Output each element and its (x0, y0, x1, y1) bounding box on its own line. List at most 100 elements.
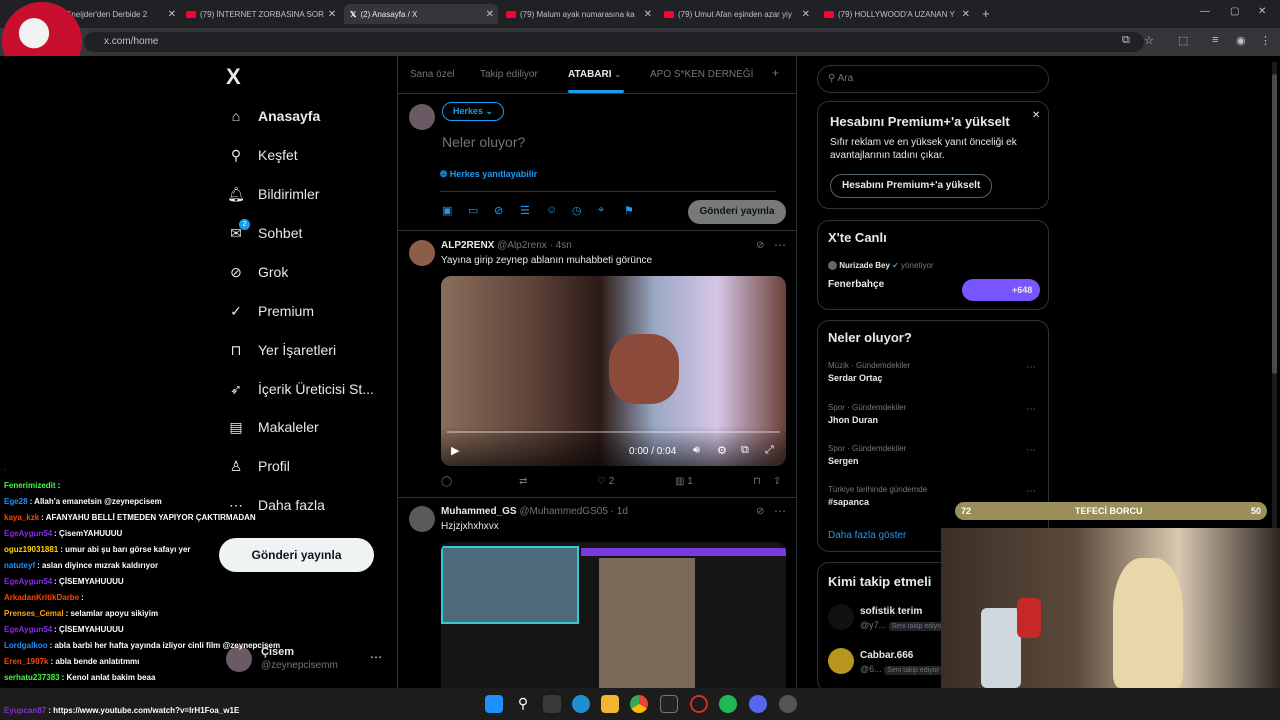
post-time[interactable]: 4sn (556, 240, 572, 251)
maximize-icon[interactable]: ▢ (1230, 6, 1239, 17)
sidebar-item-profile[interactable]: ♙ Profil (226, 451, 290, 481)
x-logo[interactable]: X (226, 64, 241, 90)
sidebar-item-bookmarks[interactable]: ⊓ Yer İşaretleri (226, 335, 337, 365)
search-input[interactable]: ⚲ Ara (817, 65, 1049, 93)
video-progress[interactable] (447, 431, 780, 433)
post-button[interactable]: Gönderi yayınla (219, 538, 374, 572)
image-icon[interactable]: ▣ (442, 204, 454, 217)
close-icon[interactable]: ✕ (640, 9, 656, 20)
post-image[interactable] (441, 542, 786, 688)
share-icon[interactable]: ⇪ (773, 476, 781, 487)
post-author-name[interactable]: Muhammed_GS (441, 506, 517, 517)
scrollbar-thumb[interactable] (1272, 74, 1277, 374)
discord-icon[interactable] (749, 695, 767, 713)
grok-icon[interactable]: ⊘ (494, 204, 506, 217)
browser-tab[interactable]: (79) HOLLYWOOD'A UZANAN Y ✕ (824, 4, 974, 24)
search-icon[interactable]: ⚲ (514, 695, 532, 713)
premium-button[interactable]: Hesabını Premium+'a yükselt (830, 174, 993, 198)
location-icon[interactable]: ⌖ (598, 204, 610, 216)
close-icon[interactable]: ✕ (958, 9, 974, 20)
avatar[interactable] (828, 604, 854, 630)
extensions-icon[interactable]: ⬚ (1178, 34, 1188, 47)
close-icon[interactable]: ✕ (798, 9, 814, 20)
tab-atabari[interactable]: ATABARI ⌄ (568, 69, 621, 80)
sidebar-item-articles[interactable]: ▤ Makaleler (226, 412, 318, 442)
close-icon[interactable]: ✕ (164, 9, 180, 20)
avatar[interactable] (409, 240, 435, 266)
new-tab-icon[interactable]: + (982, 6, 990, 21)
volume-icon[interactable]: 🔊︎ (693, 444, 700, 457)
settings-icon[interactable]: ⚙ (717, 444, 727, 457)
reading-list-icon[interactable]: ≡ (1212, 34, 1218, 46)
tab-apo[interactable]: APO S*KEN DERNEĞİ (650, 69, 753, 80)
post-time[interactable]: 1d (617, 506, 628, 517)
post-more-icon[interactable]: ⋯ (774, 238, 786, 252)
live-host[interactable]: Nurizade Bey ✔ yönetiyor (828, 261, 934, 271)
start-icon[interactable] (485, 695, 503, 713)
play-icon[interactable]: ▶ (451, 444, 459, 457)
tab-for-you[interactable]: Sana özel (410, 69, 454, 80)
compose-input[interactable]: Neler oluyor? (442, 134, 525, 150)
sidebar-item-chat[interactable]: ✉ 2 Sohbet (226, 218, 302, 248)
sidebar-item-explore[interactable]: ⚲ Keşfet (226, 140, 298, 170)
emoji-icon[interactable]: ☺ (546, 204, 558, 216)
chrome-icon[interactable] (630, 695, 648, 713)
browser-tab[interactable]: Sneijder'den Derbide 2 ✕ (66, 4, 180, 24)
repost-icon[interactable]: ⇄ (519, 476, 527, 487)
listeners-pill[interactable]: +648 (962, 279, 1040, 301)
browser-tab[interactable]: (79) Malum ayak numarasına ka ✕ (506, 4, 656, 24)
account-menu-icon[interactable]: ⋯ (370, 650, 382, 664)
browser-tab-active[interactable]: 𝕏 (2) Anasayfa / X ✕ (344, 4, 498, 24)
reply-setting[interactable]: 🌐︎ Herkes yanıtlayabilir (440, 169, 537, 180)
opera-icon[interactable] (690, 695, 708, 713)
pip-icon[interactable]: ⧉ (741, 444, 749, 457)
post-more-icon[interactable]: ⋯ (774, 504, 786, 518)
trend-item[interactable]: Spor · Gündemdekiler Sergen (828, 444, 906, 466)
grok-icon[interactable]: ⊘ (756, 506, 764, 517)
task-view-icon[interactable] (543, 695, 561, 713)
tab-following[interactable]: Takip ediliyor (480, 69, 538, 80)
grok-icon[interactable]: ⊘ (756, 240, 764, 251)
edge-icon[interactable] (572, 695, 590, 713)
close-icon[interactable]: ✕ (324, 9, 338, 20)
trend-item[interactable]: Türkiye tarihinde gündemde #sapanca (828, 485, 927, 507)
x-app-icon[interactable] (660, 695, 678, 713)
like-button[interactable]: ♡ 2 (597, 476, 614, 487)
sidebar-item-premium[interactable]: ✓ Premium (226, 296, 314, 326)
url-field[interactable]: x.com/home (84, 32, 1144, 52)
trend-more-icon[interactable]: ⋯ (1026, 445, 1036, 456)
poll-icon[interactable]: ☰ (520, 204, 532, 217)
avatar[interactable] (828, 648, 854, 674)
app-icon[interactable] (779, 695, 797, 713)
compose-post-button[interactable]: Gönderi yayınla (688, 200, 786, 224)
trend-more-icon[interactable]: ⋯ (1026, 486, 1036, 497)
cast-icon[interactable]: ⧉ (1122, 34, 1130, 47)
reply-icon[interactable]: ◯ (441, 476, 452, 487)
trend-more-icon[interactable]: ⋯ (1026, 362, 1036, 373)
space-title[interactable]: Fenerbahçe (828, 279, 884, 290)
sidebar-item-home[interactable]: ⌂ Anasayfa (226, 101, 321, 131)
schedule-icon[interactable]: ◷ (572, 204, 584, 217)
fullscreen-icon[interactable]: ⤢ (765, 444, 774, 457)
trend-item[interactable]: Müzik · Gündemdekiler Serdar Ortaç (828, 361, 910, 383)
trend-item[interactable]: Spor · Gündemdekiler Jhon Duran (828, 403, 906, 425)
sidebar-item-creator-studio[interactable]: ➶ İçerik Üreticisi St... (226, 374, 374, 404)
sidebar-item-notifications[interactable]: 🔔︎ Bildirimler (226, 179, 319, 209)
minimize-icon[interactable]: — (1200, 6, 1210, 17)
close-icon[interactable]: ✕ (1032, 110, 1040, 121)
trend-more-icon[interactable]: ⋯ (1026, 404, 1036, 415)
browser-tab[interactable]: (79) İNTERNET ZORBASINA SOR ✕ (186, 4, 338, 24)
follow-name[interactable]: sofistik terim (860, 606, 922, 617)
gif-icon[interactable]: ▭ (468, 204, 480, 217)
show-more-link[interactable]: Daha fazla göster (828, 530, 906, 541)
views-button[interactable]: ▥ 1 (675, 476, 693, 487)
profile-icon[interactable]: ◉ (1236, 34, 1246, 47)
sidebar-item-grok[interactable]: ⊘ Grok (226, 257, 288, 287)
close-icon[interactable]: ✕ (482, 9, 498, 20)
avatar[interactable] (409, 506, 435, 532)
spotify-icon[interactable] (719, 695, 737, 713)
menu-icon[interactable]: ⋮ (1260, 34, 1271, 47)
follow-name[interactable]: Cabbar.666 (860, 650, 913, 661)
flag-icon[interactable]: ⚑ (624, 204, 636, 217)
post-video[interactable]: ▶ 0:00 / 0:04 🔊︎ ⚙ ⧉ ⤢ (441, 276, 786, 466)
